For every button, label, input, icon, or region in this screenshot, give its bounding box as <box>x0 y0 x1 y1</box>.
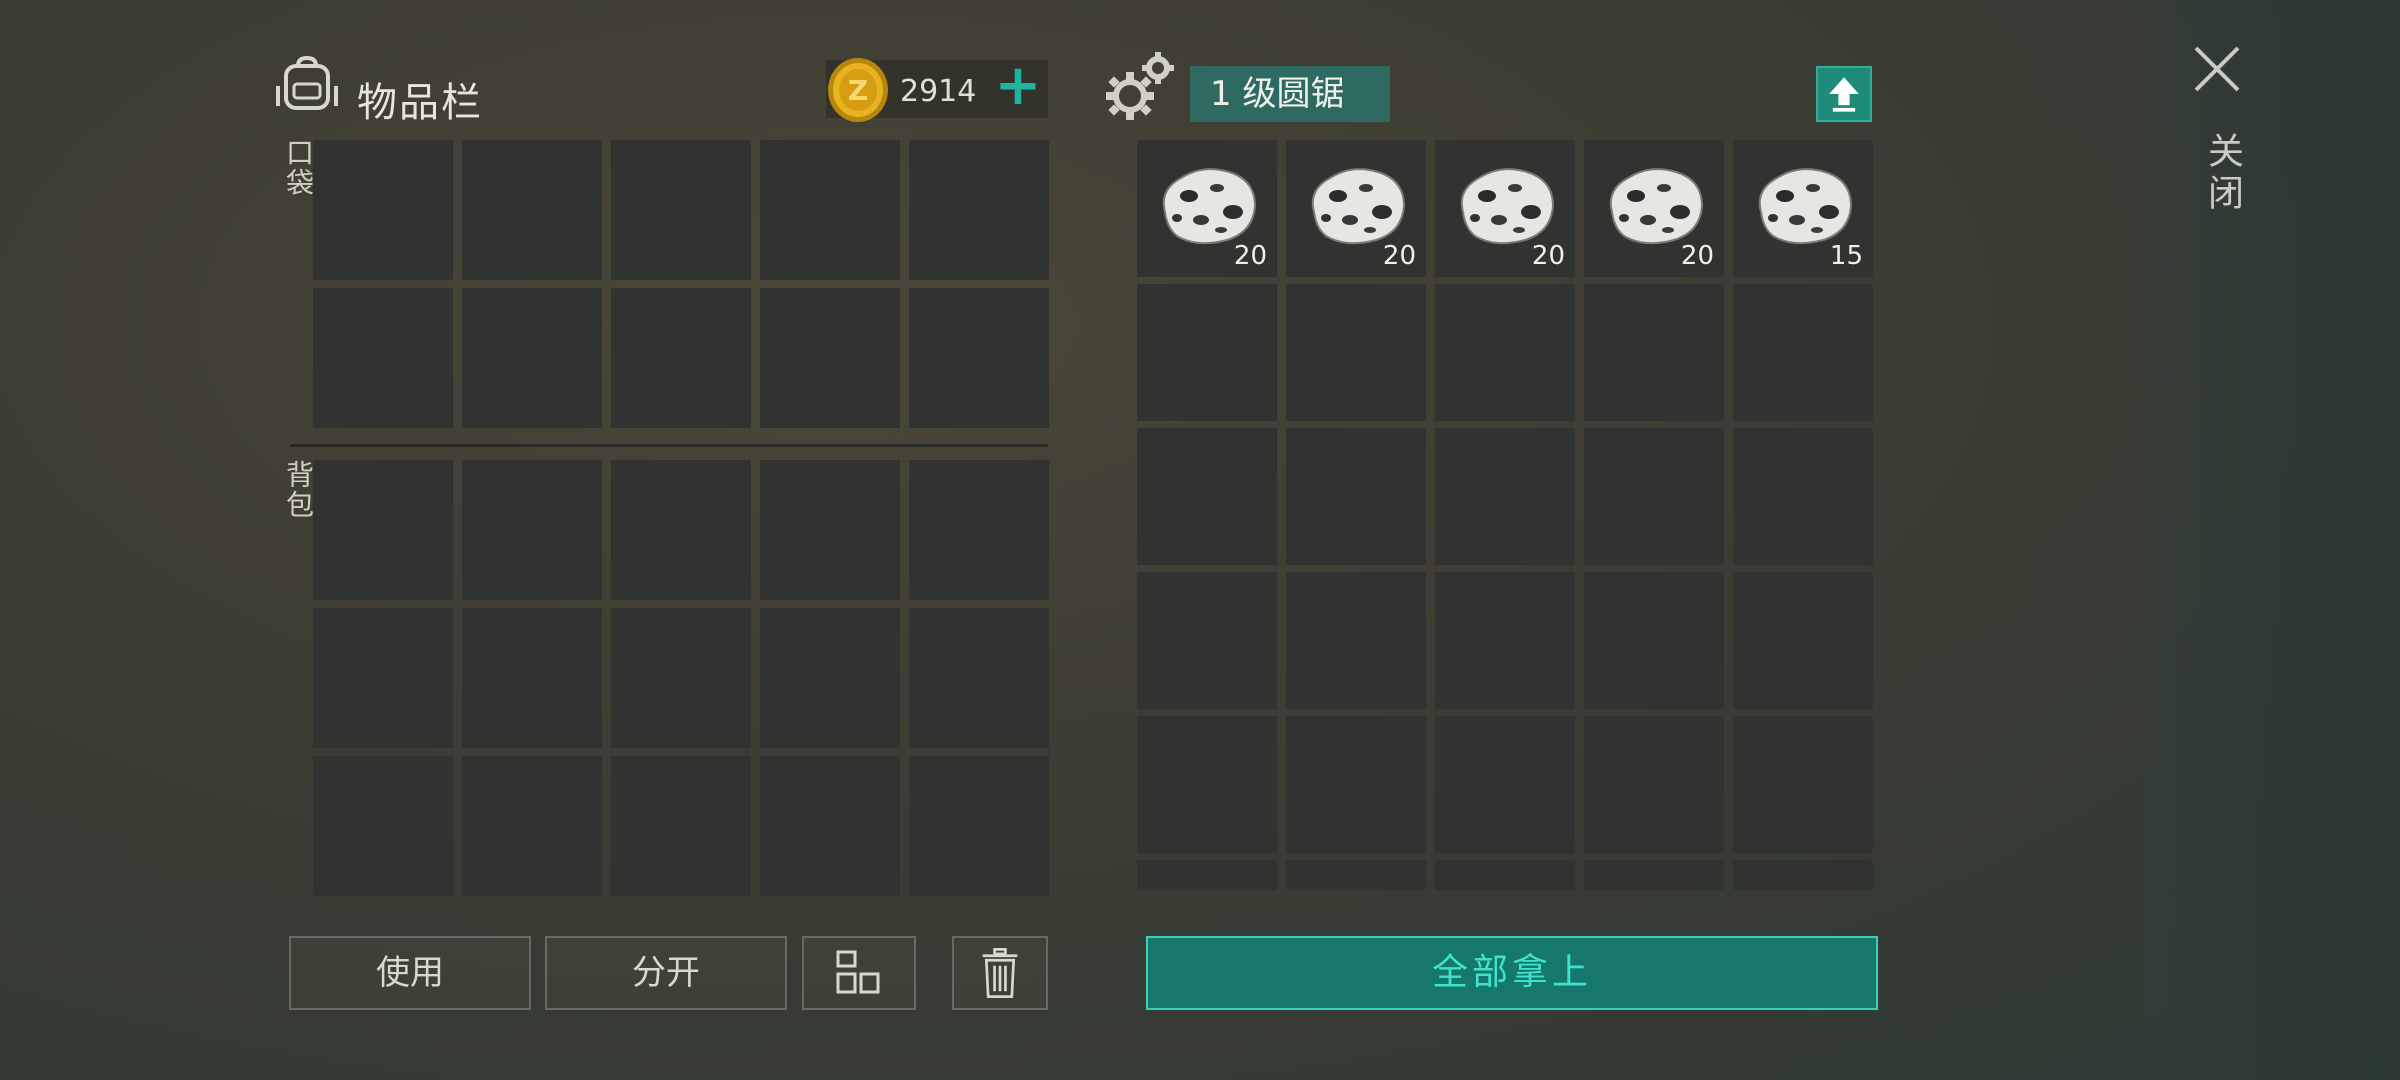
station-slot[interactable] <box>1733 572 1873 709</box>
stone-icon <box>1311 168 1406 245</box>
station-slot[interactable] <box>1435 572 1575 709</box>
backpack-slot[interactable] <box>611 756 751 896</box>
pocket-slot[interactable] <box>462 288 602 428</box>
backpack-slot[interactable] <box>909 608 1049 748</box>
station-slot[interactable] <box>1137 284 1277 421</box>
station-slot[interactable] <box>1137 716 1277 853</box>
backpack-slot[interactable] <box>760 460 900 600</box>
upgrade-button[interactable] <box>1816 66 1872 122</box>
station-slot[interactable] <box>1435 860 1575 890</box>
take-all-button[interactable]: 全部拿上 <box>1146 936 1878 1010</box>
station-slot[interactable] <box>1733 860 1873 890</box>
item-quantity: 20 <box>1382 241 1416 271</box>
station-slot[interactable]: 15 <box>1733 140 1873 277</box>
gears-icon <box>1106 52 1174 120</box>
station-slot[interactable] <box>1584 716 1724 853</box>
station-grid: 20 20 20 20 15 <box>1137 140 1873 890</box>
station-slot[interactable]: 20 <box>1137 140 1277 277</box>
station-slot[interactable]: 20 <box>1286 140 1426 277</box>
trash-button[interactable] <box>952 936 1048 1010</box>
station-slot[interactable] <box>1584 428 1724 565</box>
sort-button[interactable] <box>802 936 916 1010</box>
stone-icon <box>1758 168 1853 245</box>
stone-icon <box>1460 168 1555 245</box>
station-slot[interactable] <box>1137 428 1277 565</box>
sort-grid-icon <box>836 950 880 994</box>
coin-amount: 2914 <box>900 74 977 109</box>
arrow-up-icon <box>1829 77 1859 112</box>
station-slot[interactable] <box>1584 572 1724 709</box>
pocket-slot[interactable] <box>909 140 1049 280</box>
station-slot[interactable] <box>1435 284 1575 421</box>
backpack-slot[interactable] <box>462 460 602 600</box>
station-slot[interactable] <box>1137 572 1277 709</box>
close-label[interactable]: 关闭 <box>2196 132 2248 216</box>
pocket-slot[interactable] <box>909 288 1049 428</box>
backpack-slot[interactable] <box>462 756 602 896</box>
item-quantity: 20 <box>1233 241 1267 271</box>
station-slot[interactable] <box>1584 860 1724 890</box>
station-slot[interactable] <box>1733 428 1873 565</box>
backpack-slot[interactable] <box>611 460 751 600</box>
right-side-panel <box>2146 0 2400 1080</box>
backpack-slot[interactable] <box>909 756 1049 896</box>
pocket-slot[interactable] <box>313 140 453 280</box>
pocket-slot[interactable] <box>760 140 900 280</box>
svg-text:Z: Z <box>848 74 868 107</box>
station-slot[interactable]: 20 <box>1584 140 1724 277</box>
backpack-slot[interactable] <box>760 756 900 896</box>
pocket-slot[interactable] <box>313 288 453 428</box>
station-slot[interactable] <box>1435 428 1575 565</box>
station-slot[interactable] <box>1286 860 1426 890</box>
backpack-slot[interactable] <box>611 608 751 748</box>
backpack-icon <box>276 56 338 110</box>
station-title: 1 级圆锯 <box>1190 66 1390 122</box>
inventory-title: 物品栏 <box>357 80 483 126</box>
station-slot[interactable] <box>1733 716 1873 853</box>
backpack-slot[interactable] <box>313 756 453 896</box>
backpack-slot[interactable] <box>760 608 900 748</box>
station-slot[interactable] <box>1286 572 1426 709</box>
station-slot[interactable]: 20 <box>1435 140 1575 277</box>
station-slot[interactable] <box>1286 284 1426 421</box>
section-divider <box>290 444 1048 447</box>
backpack-slot[interactable] <box>909 460 1049 600</box>
item-quantity: 20 <box>1531 241 1565 271</box>
split-button[interactable]: 分开 <box>545 936 787 1010</box>
coin-icon: Z <box>828 58 888 122</box>
pocket-grid <box>313 140 1049 428</box>
pocket-label: 口袋 <box>282 138 315 198</box>
backpack-slot[interactable] <box>313 608 453 748</box>
use-button[interactable]: 使用 <box>289 936 531 1010</box>
backpack-slot[interactable] <box>313 460 453 600</box>
backpack-slot[interactable] <box>462 608 602 748</box>
station-slot[interactable] <box>1137 860 1277 890</box>
pocket-slot[interactable] <box>760 288 900 428</box>
station-slot[interactable] <box>1286 428 1426 565</box>
station-slot[interactable] <box>1286 716 1426 853</box>
station-slot[interactable] <box>1584 284 1724 421</box>
close-icon[interactable] <box>2192 44 2242 94</box>
item-quantity: 20 <box>1680 241 1714 271</box>
station-slot[interactable] <box>1435 716 1575 853</box>
station-slot[interactable] <box>1733 284 1873 421</box>
backpack-grid <box>313 460 1049 896</box>
pocket-slot[interactable] <box>611 288 751 428</box>
trash-icon <box>982 948 1018 998</box>
item-quantity: 15 <box>1829 241 1863 271</box>
pocket-slot[interactable] <box>462 140 602 280</box>
stone-icon <box>1162 168 1257 245</box>
pocket-slot[interactable] <box>611 140 751 280</box>
stone-icon <box>1609 168 1704 245</box>
add-coins-button[interactable]: + <box>990 58 1046 118</box>
backpack-label: 背包 <box>282 460 315 520</box>
